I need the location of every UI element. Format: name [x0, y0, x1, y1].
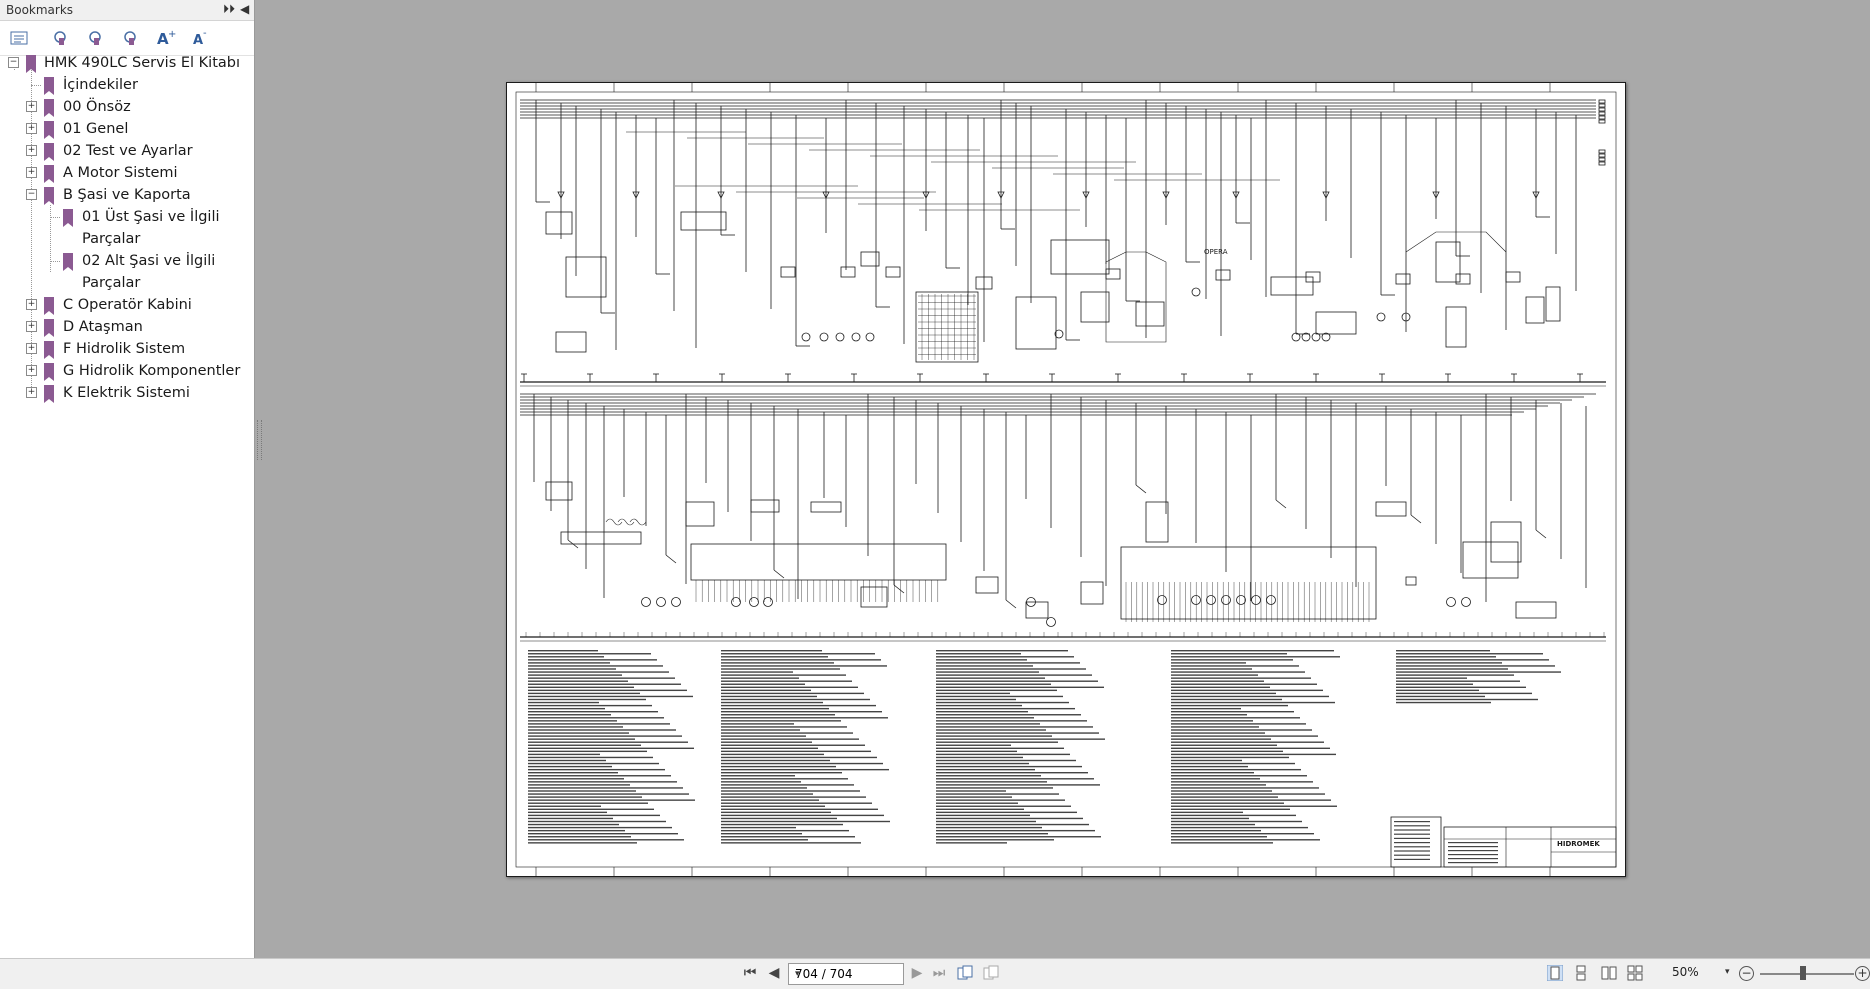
bookmark-label-continued[interactable]: Parçalar: [82, 228, 140, 250]
tree-connector: [31, 85, 41, 86]
tree-connector: [50, 217, 60, 218]
bookmark-label[interactable]: 00 Önsöz: [63, 96, 131, 118]
text-smaller-icon[interactable]: A-: [190, 27, 212, 49]
facing-view-icon[interactable]: [1601, 965, 1617, 981]
expand-node-icon[interactable]: +: [26, 101, 37, 112]
expand-node-icon[interactable]: +: [26, 387, 37, 398]
bookmark-icon: [44, 165, 54, 183]
zoom-slider-thumb[interactable]: [1800, 966, 1806, 980]
collapse-node-icon[interactable]: −: [26, 189, 37, 200]
bookmarks-panel: Bookmarks ⏵⏵ ◀ A + A- − HMK 490LC Servis E…: [0, 0, 255, 958]
panel-resize-grip[interactable]: [257, 420, 262, 460]
electrical-schematic: OPERA HIDROMEK: [506, 82, 1626, 877]
opera-box-label: OPERA: [1204, 248, 1228, 256]
zoom-dropdown-icon[interactable]: ▾: [1725, 967, 1730, 977]
first-page-button[interactable]: ⏮: [741, 965, 759, 981]
bookmark-label[interactable]: F Hidrolik Sistem: [63, 338, 185, 360]
bookmark-label[interactable]: K Elektrik Sistemi: [63, 382, 190, 404]
bookmark-label[interactable]: İçindekiler: [63, 74, 138, 96]
zoom-out-icon[interactable]: −: [1739, 966, 1754, 981]
options-list-icon[interactable]: [8, 27, 30, 49]
expand-node-icon[interactable]: +: [26, 167, 37, 178]
bookmark-label[interactable]: 01 Genel: [63, 118, 128, 140]
expand-node-icon[interactable]: +: [26, 321, 37, 332]
page-number-field[interactable]: 704 / 704 ▾: [788, 963, 904, 985]
document-page: OPERA HIDROMEK: [506, 82, 1626, 877]
bookmark-icon: [44, 121, 54, 139]
continuous-facing-view-icon[interactable]: [1627, 965, 1643, 981]
collapse-panel-icon[interactable]: ◀: [240, 2, 249, 16]
chevron-down-icon[interactable]: ▾: [795, 964, 899, 984]
bookmark-label[interactable]: 02 Alt Şasi ve İlgili: [82, 250, 215, 272]
bookmark-icon: [63, 209, 73, 227]
bookmark-new-icon[interactable]: [85, 27, 107, 49]
collapse-node-icon[interactable]: −: [8, 57, 19, 68]
bookmark-icon: [44, 341, 54, 359]
bookmark-icon: [44, 363, 54, 381]
bookmarks-title: Bookmarks: [6, 3, 74, 17]
bookmark-icon: [44, 143, 54, 161]
next-view-icon[interactable]: [983, 965, 999, 981]
title-block-brand: HIDROMEK: [1557, 840, 1600, 848]
bookmark-icon: [44, 385, 54, 403]
bookmark-icon: [63, 253, 73, 271]
expand-node-icon[interactable]: +: [26, 299, 37, 310]
bookmark-label-continued[interactable]: Parçalar: [82, 272, 140, 294]
expand-node-icon[interactable]: +: [26, 123, 37, 134]
previous-page-button[interactable]: ◀: [765, 965, 783, 981]
bookmarks-toolbar: A + A-: [0, 21, 254, 56]
bookmark-icon: [44, 99, 54, 117]
bookmark-icon: [44, 187, 54, 205]
bookmark-label[interactable]: HMK 490LC Servis El Kitabı: [44, 52, 240, 74]
bookmark-expand-icon[interactable]: [50, 27, 72, 49]
bookmark-label[interactable]: 01 Üst Şasi ve İlgili: [82, 206, 220, 228]
text-larger-icon[interactable]: A +: [155, 27, 177, 49]
bookmark-find-icon[interactable]: [120, 27, 142, 49]
bookmark-icon: [44, 297, 54, 315]
bookmark-label[interactable]: D Ataşman: [63, 316, 143, 338]
bookmark-label[interactable]: 02 Test ve Ayarlar: [63, 140, 193, 162]
zoom-in-icon[interactable]: +: [1855, 966, 1870, 981]
bookmark-label[interactable]: G Hidrolik Komponentler: [63, 360, 240, 382]
bookmark-label[interactable]: C Operatör Kabini: [63, 294, 192, 316]
bookmark-icon: [44, 319, 54, 337]
svg-text:+: +: [168, 29, 176, 40]
expand-node-icon[interactable]: +: [26, 145, 37, 156]
navigation-toolbar: ⏮ ◀ 704 / 704 ▾ ▶ ⏭ 50% ▾ − +: [0, 958, 1870, 989]
single-page-view-icon[interactable]: [1546, 964, 1564, 982]
last-page-button[interactable]: ⏭: [930, 965, 948, 981]
bookmark-label[interactable]: B Şasi ve Kaporta: [63, 184, 191, 206]
bookmark-label[interactable]: A Motor Sistemi: [63, 162, 178, 184]
bookmark-icon: [26, 55, 36, 73]
bookmark-icon: [44, 77, 54, 95]
svg-text:-: -: [203, 29, 207, 39]
expand-node-icon[interactable]: +: [26, 365, 37, 376]
zoom-slider-track[interactable]: [1760, 973, 1854, 975]
tree-connector: [50, 261, 60, 262]
expand-node-icon[interactable]: +: [26, 343, 37, 354]
expand-panel-icon[interactable]: ⏵⏵: [223, 2, 235, 17]
next-page-button[interactable]: ▶: [908, 965, 926, 981]
previous-view-icon[interactable]: [957, 965, 973, 981]
bookmarks-panel-header: Bookmarks ⏵⏵ ◀: [0, 0, 254, 21]
svg-text:A: A: [193, 33, 203, 47]
zoom-value[interactable]: 50%: [1672, 965, 1699, 979]
continuous-view-icon[interactable]: [1573, 965, 1589, 981]
